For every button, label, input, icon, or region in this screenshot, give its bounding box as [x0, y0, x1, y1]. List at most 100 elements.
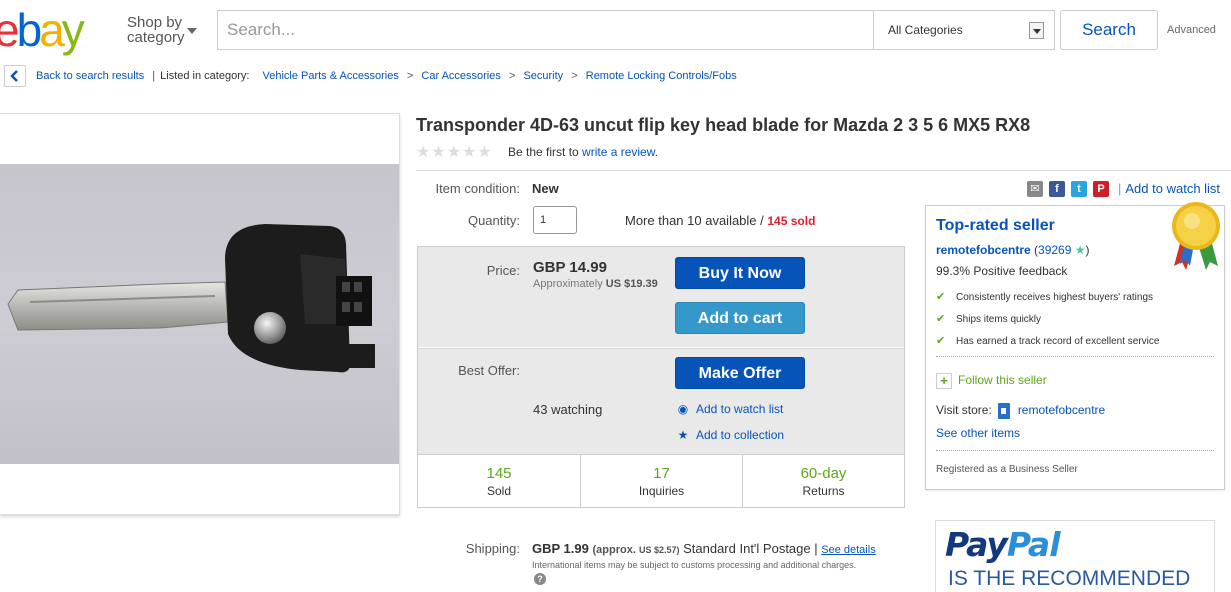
- category-select[interactable]: All Categories: [873, 11, 1054, 49]
- facebook-icon[interactable]: f: [1049, 181, 1065, 197]
- business-seller-note: Registered as a Business Seller: [936, 464, 1078, 475]
- top-rated-seller-title: Top-rated seller: [936, 217, 1055, 234]
- search-bar: All Categories: [217, 10, 1055, 50]
- seller-feature: ✔ Ships items quickly: [936, 312, 1041, 325]
- stat-inquiries[interactable]: 17 Inquiries: [580, 455, 742, 507]
- twitter-icon[interactable]: t: [1071, 181, 1087, 197]
- seller-feature: ✔ Has earned a track record of excellent …: [936, 334, 1159, 347]
- back-to-search-link[interactable]: Back to search results: [36, 70, 144, 82]
- watch-list-label: Add to watch list: [1125, 181, 1221, 196]
- eye-icon: ◉: [677, 402, 689, 416]
- visit-store: Visit store: remotefobcentre: [936, 403, 1105, 419]
- search-input[interactable]: [218, 11, 873, 49]
- shop-by-category[interactable]: Shop by category: [127, 15, 185, 45]
- stat-label: Returns: [802, 484, 845, 498]
- shipping-label: Shipping:: [465, 541, 520, 556]
- breadcrumb: Back to search results | Listed in catego…: [36, 70, 737, 82]
- seller-name-link[interactable]: remotefobcentre: [936, 243, 1031, 257]
- product-image-card[interactable]: [0, 113, 400, 515]
- feedback-star-icon: ★: [1074, 243, 1086, 257]
- star-icon: ★: [677, 428, 689, 442]
- feedback-count-link[interactable]: 39269: [1038, 243, 1071, 257]
- breadcrumb-divider: |: [152, 70, 156, 82]
- stat-returns[interactable]: 60-day Returns: [742, 455, 904, 507]
- add-to-collection-link[interactable]: ★ Add to collection: [677, 428, 784, 442]
- sold-count[interactable]: 145 sold: [767, 214, 815, 228]
- write-review-link[interactable]: write a review.: [582, 145, 658, 159]
- approx-value: US $19.39: [605, 278, 658, 290]
- availability-text: More than 10 available /: [625, 213, 768, 228]
- breadcrumb-separator: >: [571, 70, 578, 82]
- customs-note: International items may be subject to cu…: [532, 560, 857, 570]
- product-photo[interactable]: [0, 164, 399, 464]
- follow-seller-link[interactable]: + Follow this seller: [936, 373, 1047, 389]
- shop-by-line2: category: [127, 29, 185, 46]
- breadcrumb-item-security[interactable]: Security: [523, 70, 563, 82]
- feature-text: Has earned a track record of excellent s…: [956, 336, 1160, 347]
- watch-list-header-link[interactable]: | Add to watch list: [1118, 181, 1220, 196]
- breadcrumb-separator: >: [406, 70, 414, 82]
- buy-it-now-button[interactable]: Buy It Now: [675, 257, 805, 289]
- back-button[interactable]: [4, 65, 26, 87]
- stat-label: Inquiries: [638, 484, 685, 498]
- feedback-score: (39269 ★): [1034, 243, 1090, 257]
- shipping-approx: (approx. US $2.57): [592, 544, 679, 556]
- visit-store-label: Visit store:: [936, 403, 992, 418]
- add-to-cart-button[interactable]: Add to cart: [675, 302, 805, 334]
- plus-icon: +: [936, 373, 952, 389]
- buy-box: Price: GBP 14.99 Approximately US $19.39…: [417, 246, 905, 508]
- stat-label: Sold: [486, 484, 512, 498]
- top-rated-medal-icon: [1172, 202, 1220, 270]
- listed-in-label: Listed in category:: [160, 70, 250, 82]
- dotted-divider: [936, 356, 1214, 357]
- price-section: Price: GBP 14.99 Approximately US $19.39…: [418, 247, 904, 347]
- price-value: GBP 14.99: [533, 259, 607, 276]
- make-offer-button[interactable]: Make Offer: [675, 357, 805, 389]
- checkmark-icon: ✔: [936, 335, 946, 347]
- see-other-items-link[interactable]: See other items: [936, 426, 1020, 440]
- approx-prefix: (approx.: [592, 544, 636, 556]
- seller-card: Top-rated seller remotefobcentre (39269 …: [925, 202, 1225, 490]
- approx-prefix: Approximately: [533, 278, 603, 290]
- paypal-tagline: IS THE RECOMMENDED: [948, 567, 1191, 590]
- dotted-divider: [936, 450, 1214, 451]
- approx-us: US $2.57): [638, 545, 680, 555]
- stats-bar: 145 Sold 17 Inquiries 60-day Returns: [418, 454, 904, 507]
- review-prompt: Be the first to write a review.: [508, 145, 658, 159]
- quantity-input[interactable]: [533, 206, 577, 234]
- feature-text: Ships items quickly: [956, 314, 1042, 325]
- dropdown-arrow-icon[interactable]: [1029, 22, 1044, 39]
- chevron-down-icon[interactable]: [187, 28, 197, 34]
- pinterest-icon[interactable]: P: [1093, 181, 1109, 197]
- best-offer-label: Best Offer:: [458, 363, 520, 378]
- breadcrumb-item-car-accessories[interactable]: Car Accessories: [421, 70, 500, 82]
- mail-icon[interactable]: ✉: [1027, 181, 1043, 197]
- price-label: Price:: [486, 263, 520, 278]
- see-details-link[interactable]: See details: [821, 544, 875, 556]
- category-selected-label: All Categories: [888, 23, 963, 37]
- feature-text: Consistently receives highest buyers' ra…: [956, 292, 1154, 303]
- seller-feature: ✔ Consistently receives highest buyers' r…: [936, 290, 1153, 303]
- breadcrumb-item-remote-locking[interactable]: Remote Locking Controls/Fobs: [586, 70, 737, 82]
- collection-link-label: Add to collection: [696, 428, 785, 442]
- chevron-left-icon: [10, 70, 18, 82]
- stat-number: 17: [653, 465, 670, 482]
- stat-sold[interactable]: 145 Sold: [418, 455, 580, 507]
- rating-stars[interactable]: ★★★★★: [416, 142, 493, 162]
- follow-label: Follow this seller: [958, 373, 1047, 388]
- advanced-search-link[interactable]: Advanced: [1167, 24, 1216, 36]
- ebay-logo[interactable]: ebay: [0, 4, 120, 60]
- paypal-logo: PayPal: [945, 525, 1060, 564]
- store-link[interactable]: remotefobcentre: [1018, 403, 1105, 417]
- breadcrumb-item-vehicle-parts[interactable]: Vehicle Parts & Accessories: [262, 70, 398, 82]
- shop-by-line1: Shop by: [127, 14, 183, 31]
- flip-key-image: [7, 224, 375, 373]
- quantity-label: Quantity:: [467, 213, 520, 228]
- paypal-advert[interactable]: PayPal IS THE RECOMMENDED: [935, 520, 1215, 592]
- help-icon[interactable]: ?: [534, 573, 546, 585]
- seller-info: remotefobcentre (39269 ★): [936, 243, 1090, 257]
- search-button[interactable]: Search: [1060, 10, 1158, 50]
- share-row: ✉ f t P: [1027, 181, 1115, 197]
- price-approx: Approximately US $19.39: [533, 278, 658, 290]
- add-to-watch-list-link[interactable]: ◉ Add to watch list: [677, 402, 784, 416]
